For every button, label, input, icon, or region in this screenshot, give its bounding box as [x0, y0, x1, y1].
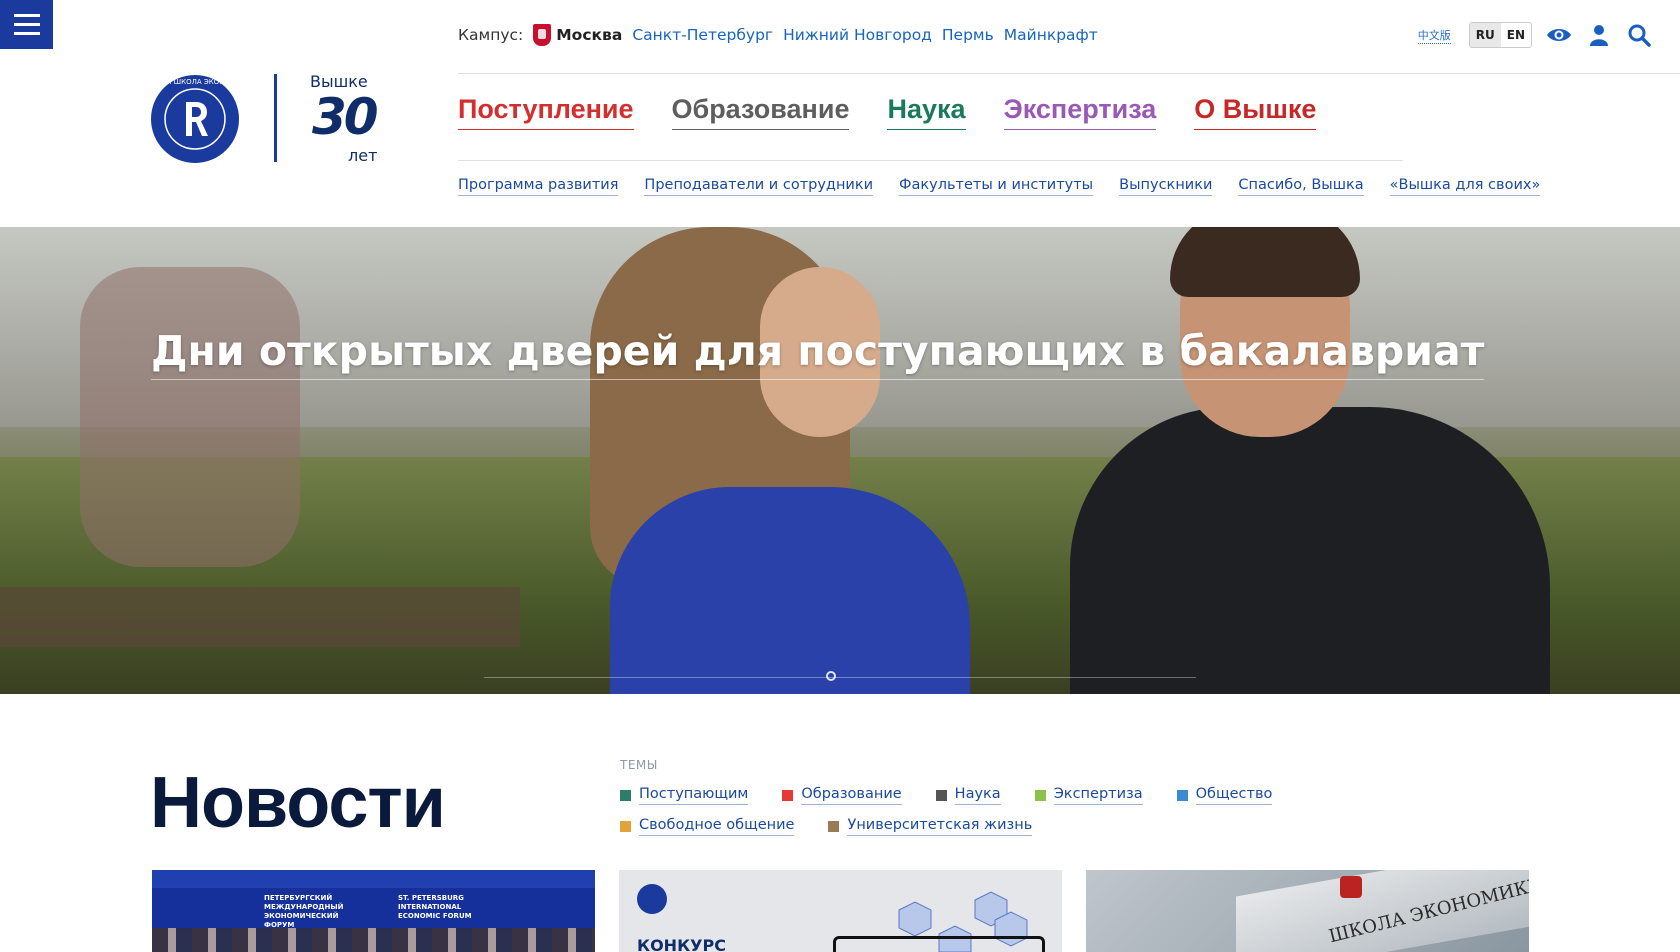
- topics-label: ТЕМЫ: [620, 758, 658, 772]
- topic-label: Наука: [954, 786, 1001, 805]
- subnav-development-program[interactable]: Программа развития: [458, 177, 619, 196]
- menu-bar-icon: [13, 32, 40, 35]
- forum-caption-ru: ПЕТЕРБУРГСКИЙ МЕЖДУНАРОДНЫЙ ЭКОНОМИЧЕСКИ…: [264, 894, 344, 929]
- campus-link-spb[interactable]: Санкт-Петербург: [632, 26, 773, 44]
- main-navigation: Поступление Образование Наука Экспертиза…: [458, 94, 1317, 130]
- nav-expertise[interactable]: Экспертиза: [1003, 94, 1157, 130]
- hse-logo-icon: [637, 884, 667, 914]
- topic-label: Общество: [1195, 786, 1273, 805]
- forum-audience: [152, 928, 595, 952]
- state-emblem-icon: [1340, 876, 1362, 898]
- topic-society[interactable]: Общество: [1176, 786, 1273, 805]
- menu-bar-icon: [13, 14, 40, 17]
- subnav-alumni[interactable]: Выпускники: [1119, 177, 1213, 196]
- hero-bench: [0, 587, 520, 647]
- logo-divider: [274, 74, 277, 162]
- topics-list: Поступающим Образование Наука Экспертиза…: [620, 786, 1440, 836]
- topic-color-icon: [1034, 790, 1046, 801]
- hero-student-boy-hair: [1170, 227, 1360, 297]
- anniversary-badge[interactable]: Вышке 30 лет: [306, 72, 386, 168]
- contest-caption: КОНКУРС: [637, 936, 726, 952]
- slider-dot[interactable]: [826, 671, 836, 681]
- anniversary-line2: лет: [348, 146, 378, 165]
- topic-color-icon: [782, 790, 794, 801]
- nav-science[interactable]: Наука: [887, 94, 966, 130]
- topic-label: Экспертиза: [1053, 786, 1143, 805]
- topic-color-icon: [620, 821, 631, 832]
- menu-bar-icon: [13, 23, 40, 26]
- svg-text:ВЫСШАЯ ШКОЛА ЭКОНОМИКИ: ВЫСШАЯ ШКОЛА ЭКОНОМИКИ: [150, 78, 240, 86]
- topic-label: Поступающим: [639, 786, 749, 805]
- moscow-crest-icon: [533, 24, 552, 46]
- header-divider: [458, 73, 1680, 74]
- news-card-building[interactable]: ШКОЛА ЭКОНОМИКИ: [1086, 870, 1529, 952]
- topic-color-icon: [620, 790, 631, 801]
- topic-color-icon: [1176, 790, 1188, 801]
- news-heading: Новости: [150, 763, 446, 843]
- chinese-version-link[interactable]: 中文版: [1417, 27, 1451, 44]
- lang-ru[interactable]: RU: [1469, 23, 1501, 47]
- hero-background-people: [80, 267, 300, 567]
- topic-applicants[interactable]: Поступающим: [620, 786, 749, 805]
- topic-university-life[interactable]: Университетская жизнь: [828, 817, 1033, 836]
- nav-admission[interactable]: Поступление: [458, 94, 634, 130]
- topic-color-icon: [828, 821, 840, 832]
- topic-color-icon: [935, 790, 947, 801]
- campus-link-minecraft[interactable]: Майнкрафт: [1004, 26, 1098, 44]
- user-account-icon[interactable]: [1586, 22, 1612, 48]
- hamburger-menu-button[interactable]: [0, 0, 53, 49]
- hero-student-hoodie: [610, 487, 970, 694]
- topic-education[interactable]: Образование: [782, 786, 902, 805]
- search-icon[interactable]: [1626, 22, 1652, 48]
- hero-student-boy: [1070, 407, 1550, 694]
- subnav-thanks[interactable]: Спасибо, Вышка: [1238, 177, 1364, 196]
- topic-science[interactable]: Наука: [935, 786, 1001, 805]
- topic-label: Университетская жизнь: [847, 817, 1033, 836]
- subnav-for-own[interactable]: «Вышка для своих»: [1389, 177, 1541, 196]
- subnav-staff[interactable]: Преподаватели и сотрудники: [644, 177, 874, 196]
- accessibility-eye-icon[interactable]: [1546, 22, 1572, 48]
- campus-current[interactable]: Москва: [533, 24, 622, 46]
- campus-link-nn[interactable]: Нижний Новгород: [783, 26, 932, 44]
- campus-label: Кампус:: [458, 26, 524, 44]
- nav-about[interactable]: О Вышке: [1194, 94, 1317, 130]
- news-card-forum[interactable]: ПЕТЕРБУРГСКИЙ МЕЖДУНАРОДНЫЙ ЭКОНОМИЧЕСКИ…: [152, 870, 595, 952]
- nav-education[interactable]: Образование: [671, 94, 850, 130]
- subnav-faculties[interactable]: Факультеты и институты: [899, 177, 1094, 196]
- topic-label: Образование: [801, 786, 902, 805]
- forum-banner: [152, 888, 595, 928]
- utility-bar: 中文版 RU EN: [1417, 22, 1652, 48]
- campus-switcher: Кампус: Москва Санкт-Петербург Нижний Но…: [458, 24, 1098, 46]
- topic-label: Свободное общение: [639, 817, 795, 836]
- topic-free-talk[interactable]: Свободное общение: [620, 817, 795, 836]
- lang-en[interactable]: EN: [1501, 23, 1531, 47]
- hero-title-link[interactable]: Дни открытых дверей для поступающих в ба…: [151, 327, 1485, 380]
- secondary-navigation: Программа развития Преподаватели и сотру…: [458, 177, 1541, 196]
- language-switcher: RU EN: [1468, 22, 1532, 48]
- topic-expertise[interactable]: Экспертиза: [1034, 786, 1143, 805]
- anniversary-number: 30: [312, 88, 379, 146]
- campus-link-perm[interactable]: Пермь: [942, 26, 994, 44]
- hero-banner[interactable]: Дни открытых дверей для поступающих в ба…: [0, 227, 1680, 694]
- forum-caption-en: ST. PETERSBURG INTERNATIONAL ECONOMIC FO…: [398, 894, 472, 920]
- hse-logo[interactable]: ВЫСШАЯ ШКОЛА ЭКОНОМИКИ: [138, 74, 252, 164]
- news-card-contest[interactable]: КОНКУРС: [619, 870, 1062, 952]
- slider-track: [484, 677, 1196, 678]
- nav-divider: [458, 160, 1403, 161]
- campus-current-label: Москва: [556, 26, 623, 44]
- laptop-illustration: [833, 936, 1045, 952]
- building-sign: [1236, 870, 1529, 952]
